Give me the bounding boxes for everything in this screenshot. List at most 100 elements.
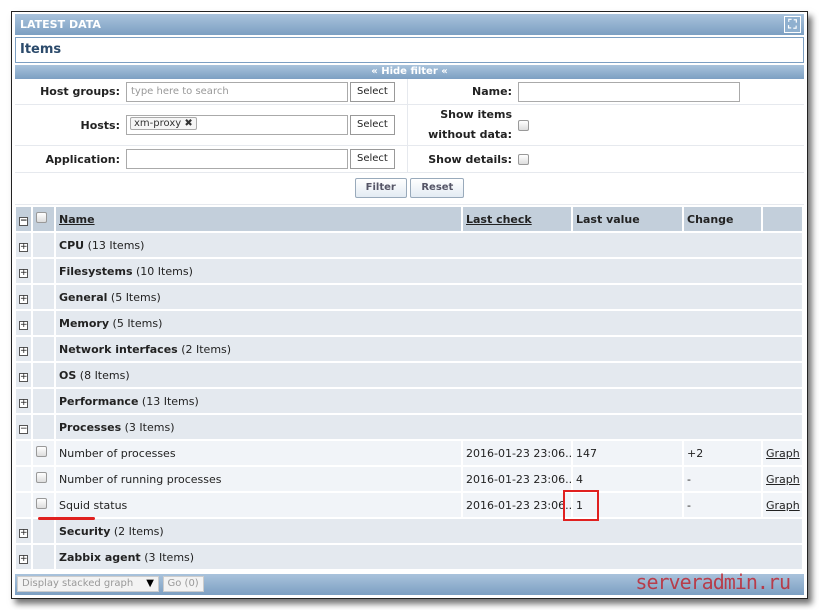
filter-button[interactable]: Filter: [354, 178, 407, 198]
group-count: (13 Items): [141, 394, 199, 408]
group-count: (8 Items): [79, 368, 130, 382]
group-name: Memory: [59, 316, 110, 330]
item-checkbox[interactable]: [36, 446, 47, 457]
application-group-row: + Network interfaces (2 Items): [16, 337, 802, 361]
items-table: − Name Last check Last value Change + CPU…: [14, 205, 804, 571]
reset-button[interactable]: Reset: [410, 178, 465, 198]
collapse-icon[interactable]: −: [19, 424, 28, 434]
remove-chip-icon[interactable]: ✖: [184, 118, 192, 129]
host-groups-select-button[interactable]: Select: [350, 81, 395, 102]
window-header: LATEST DATA ⛶: [15, 14, 804, 35]
without-data-label: without data:: [428, 128, 512, 141]
group-name: Zabbix agent: [59, 550, 141, 564]
name-input[interactable]: [518, 81, 740, 102]
window-title: LATEST DATA: [20, 18, 101, 31]
application-group-row: + Performance (13 Items): [16, 389, 802, 413]
hosts-select-button[interactable]: Select: [350, 115, 395, 135]
application-label: Application:: [45, 152, 120, 166]
application-group-row: + Memory (5 Items): [16, 311, 802, 335]
item-last-check: 2016-01-23 23:06...: [463, 493, 571, 517]
group-name: Processes: [59, 420, 122, 434]
item-last-check: 2016-01-23 23:06...: [463, 441, 571, 465]
group-count: (3 Items): [124, 420, 175, 434]
item-change: +2: [684, 441, 761, 465]
expand-icon[interactable]: +: [19, 346, 28, 356]
hosts-label: Hosts:: [80, 118, 120, 132]
group-name: Performance: [59, 394, 139, 408]
filter-form: Host groups: type here to search Select …: [15, 79, 804, 205]
application-input[interactable]: [126, 149, 348, 169]
item-last-value: 4: [573, 467, 682, 491]
item-last-check: 2016-01-23 23:06...: [463, 467, 571, 491]
group-name: General: [59, 290, 108, 304]
group-name: Security: [59, 524, 111, 538]
group-count: (2 Items): [181, 342, 232, 356]
expand-icon[interactable]: +: [19, 294, 28, 304]
expand-icon[interactable]: +: [19, 528, 28, 538]
application-group-row: + Security (2 Items): [16, 519, 802, 543]
item-last-value: 147: [573, 441, 682, 465]
expand-icon[interactable]: +: [19, 398, 28, 408]
application-select-button[interactable]: Select: [350, 149, 395, 169]
host-groups-label: Host groups:: [40, 85, 120, 98]
item-checkbox[interactable]: [36, 498, 47, 509]
collapse-all-icon[interactable]: −: [19, 216, 28, 226]
sort-by-last-check[interactable]: Last check: [466, 213, 532, 226]
go-button[interactable]: Go (0): [162, 576, 204, 592]
hosts-input[interactable]: xm-proxy ✖: [126, 115, 348, 135]
graph-link[interactable]: Graph: [766, 499, 800, 512]
application-group-row: + OS (8 Items): [16, 363, 802, 387]
expand-icon[interactable]: +: [19, 372, 28, 382]
graph-link[interactable]: Graph: [766, 473, 800, 486]
dropdown-arrow-icon: ▼: [146, 578, 154, 589]
name-label: Name:: [472, 85, 512, 98]
application-group-row: − Processes (3 Items): [16, 415, 802, 439]
application-group-row: + CPU (13 Items): [16, 233, 802, 257]
item-name: Number of processes: [56, 441, 461, 465]
action-select[interactable]: Display stacked graph ▼: [17, 576, 159, 592]
show-items-without-data-checkbox[interactable]: [518, 119, 529, 131]
group-count: (5 Items): [110, 290, 161, 304]
expand-icon[interactable]: +: [19, 242, 28, 252]
group-name: Filesystems: [59, 264, 133, 278]
item-change: -: [684, 493, 761, 517]
page-title: Items: [15, 37, 804, 63]
highlight-box: [563, 490, 599, 521]
item-name: Squid status: [56, 493, 461, 517]
hide-filter-label: Hide filter: [381, 66, 438, 77]
table-row: Number of running processes 2016-01-23 23…: [16, 467, 802, 491]
change-header: Change: [684, 207, 761, 231]
show-details-checkbox[interactable]: [518, 153, 529, 165]
watermark: serveradmin.ru: [635, 570, 791, 594]
host-groups-input[interactable]: type here to search: [126, 81, 348, 102]
expand-icon[interactable]: +: [19, 320, 28, 330]
expand-icon[interactable]: +: [19, 554, 28, 564]
sort-by-name[interactable]: Name: [59, 213, 95, 226]
group-count: (13 Items): [87, 238, 145, 252]
host-chip-label: xm-proxy: [134, 118, 182, 129]
highlight-underline: [38, 517, 95, 520]
table-row: Squid status 2016-01-23 23:06... 1- Graph: [16, 493, 802, 517]
host-chip: xm-proxy ✖: [130, 117, 197, 130]
application-group-row: + Filesystems (10 Items): [16, 259, 802, 283]
expand-icon[interactable]: +: [19, 268, 28, 278]
application-group-row: + General (5 Items): [16, 285, 802, 309]
item-checkbox[interactable]: [36, 472, 47, 483]
fullscreen-icon[interactable]: ⛶: [784, 16, 801, 33]
group-name: OS: [59, 368, 77, 382]
last-value-header: Last value: [573, 207, 682, 231]
show-details-label: Show details:: [428, 152, 512, 166]
latest-data-window: LATEST DATA ⛶ Items « Hide filter « Host …: [11, 11, 808, 599]
action-select-label: Display stacked graph: [22, 578, 134, 589]
graph-link[interactable]: Graph: [766, 447, 800, 460]
hide-filter-toggle[interactable]: « Hide filter «: [15, 65, 804, 79]
group-count: (10 Items): [136, 264, 193, 278]
item-change: -: [684, 467, 761, 491]
group-count: (3 Items): [144, 550, 195, 564]
table-footer: Display stacked graph ▼ Go (0) serveradm…: [15, 570, 804, 595]
graph-header: [763, 207, 802, 231]
application-group-row: + Zabbix agent (3 Items): [16, 545, 802, 569]
item-name: Number of running processes: [56, 467, 461, 491]
group-count: (2 Items): [113, 524, 164, 538]
select-all-checkbox[interactable]: [36, 212, 47, 223]
